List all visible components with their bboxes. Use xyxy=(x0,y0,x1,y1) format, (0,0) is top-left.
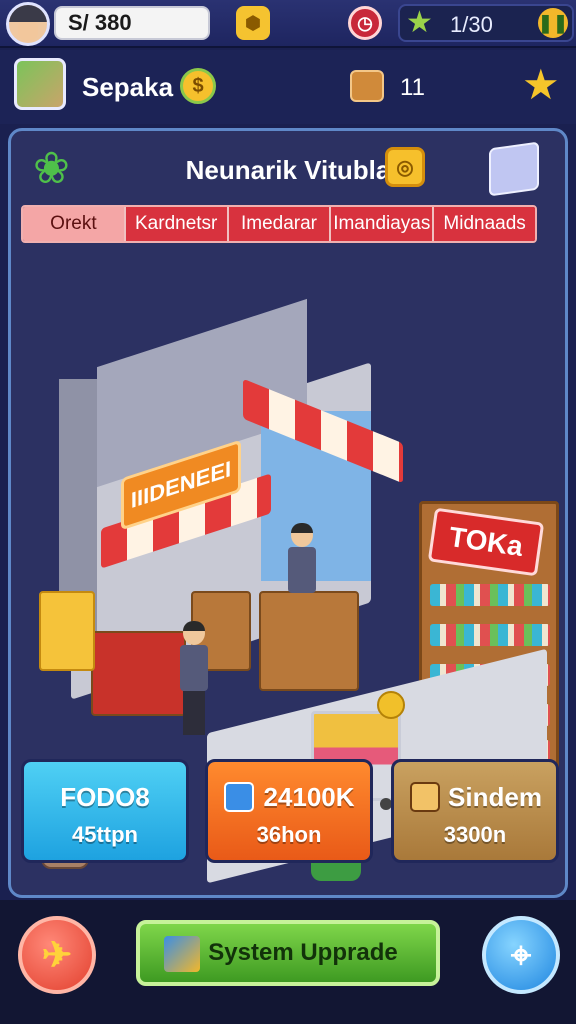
upgrade-label: System Upprade xyxy=(208,939,398,966)
pause-icon[interactable]: ❚❚ xyxy=(538,8,568,38)
store-header: Sepaka $ 11 ★ xyxy=(0,50,576,124)
tab-imedarar[interactable]: Imedarar xyxy=(228,207,332,241)
item-count: 11 xyxy=(400,74,425,101)
stat-card-2[interactable]: 24100K 36hon xyxy=(205,759,373,863)
cashier-character[interactable] xyxy=(288,523,316,593)
shelf-row xyxy=(430,584,550,606)
avatar-face xyxy=(18,19,38,41)
panel-title: Neunarik Vitubla xyxy=(185,155,391,185)
top-bar: S/ 380 ⬢ ◷ ★ 1/30 ❚❚ xyxy=(0,0,576,48)
tab-imandiayas[interactable]: Imandiayas xyxy=(331,207,435,241)
customer-hair xyxy=(183,621,205,631)
avatar[interactable] xyxy=(6,2,50,46)
hexagon-coin-icon[interactable]: ⬢ xyxy=(236,6,270,40)
customer-head xyxy=(183,621,205,645)
shelf-row xyxy=(430,624,550,646)
customer-character[interactable] xyxy=(180,621,208,735)
target-button[interactable]: ⌖ xyxy=(482,916,560,994)
stat-card-3-title: Sindem xyxy=(448,782,542,812)
store-name: Sepaka xyxy=(82,72,174,102)
stat-card-3[interactable]: Sindem 3300n xyxy=(391,759,559,863)
coin-badge-icon[interactable]: ◎ xyxy=(385,147,425,187)
stat-card-1-title: FODO8 xyxy=(60,782,150,812)
store-panel: ❀ Neunarik Vitubla ◎ Orekt Kardnetsr Ime… xyxy=(8,128,568,898)
stat-card-3-subtitle: 3300n xyxy=(443,822,507,847)
stat-card-2-subtitle: 36hon xyxy=(256,822,322,847)
customer-legs xyxy=(183,691,205,735)
dollar-coin-icon[interactable]: $ xyxy=(180,68,216,104)
crosshair-icon: ⌖ xyxy=(510,933,532,975)
favorite-star-icon[interactable]: ★ xyxy=(522,64,560,106)
airplane-button[interactable]: ✈ xyxy=(18,916,96,994)
system-upgrade-button[interactable]: System Upprade xyxy=(136,920,440,986)
tab-kardnetsr[interactable]: Kardnetsr xyxy=(125,207,229,241)
shopping-bag-icon[interactable] xyxy=(39,591,95,671)
cashier-body xyxy=(288,547,316,593)
store-thumbnail[interactable] xyxy=(14,58,66,110)
tab-orekt[interactable]: Orekt xyxy=(23,207,126,241)
cashier-head xyxy=(291,523,313,547)
star-icon: ★ xyxy=(406,6,433,39)
stat-card-2-title: 24100K xyxy=(263,782,355,812)
tab-midnaads[interactable]: Midnaads xyxy=(434,207,535,241)
cashier-hair xyxy=(291,523,313,533)
upgrade-icon xyxy=(164,936,200,972)
progress-text: 1/30 xyxy=(450,12,493,37)
clock-icon[interactable]: ◷ xyxy=(348,6,382,40)
stats-cards: FODO8 45ttpn 24100K 36hon Sindem 3300n xyxy=(21,759,561,863)
bottom-bar: ✈ System Upprade ⌖ xyxy=(0,900,576,1024)
red-counter[interactable] xyxy=(91,631,186,716)
cube-icon[interactable] xyxy=(489,141,539,197)
category-tabs: Orekt Kardnetsr Imedarar Imandiayas Midn… xyxy=(21,205,537,243)
avatar-hair xyxy=(9,5,47,23)
stat-card-1-subtitle: 45ttpn xyxy=(72,822,138,847)
checkout-counter[interactable] xyxy=(259,591,359,691)
level-progress: ★ 1/30 ❚❚ xyxy=(398,4,574,42)
money-display: S/ 380 xyxy=(54,6,210,40)
customer-body xyxy=(180,645,208,691)
box-icon xyxy=(350,70,384,102)
store-scene[interactable]: IIIDENEEI TOKa xyxy=(11,261,565,884)
coin-stack-icon[interactable] xyxy=(377,691,405,719)
airplane-icon: ✈ xyxy=(41,934,73,975)
stat-card-1[interactable]: FODO8 45ttpn xyxy=(21,759,189,863)
